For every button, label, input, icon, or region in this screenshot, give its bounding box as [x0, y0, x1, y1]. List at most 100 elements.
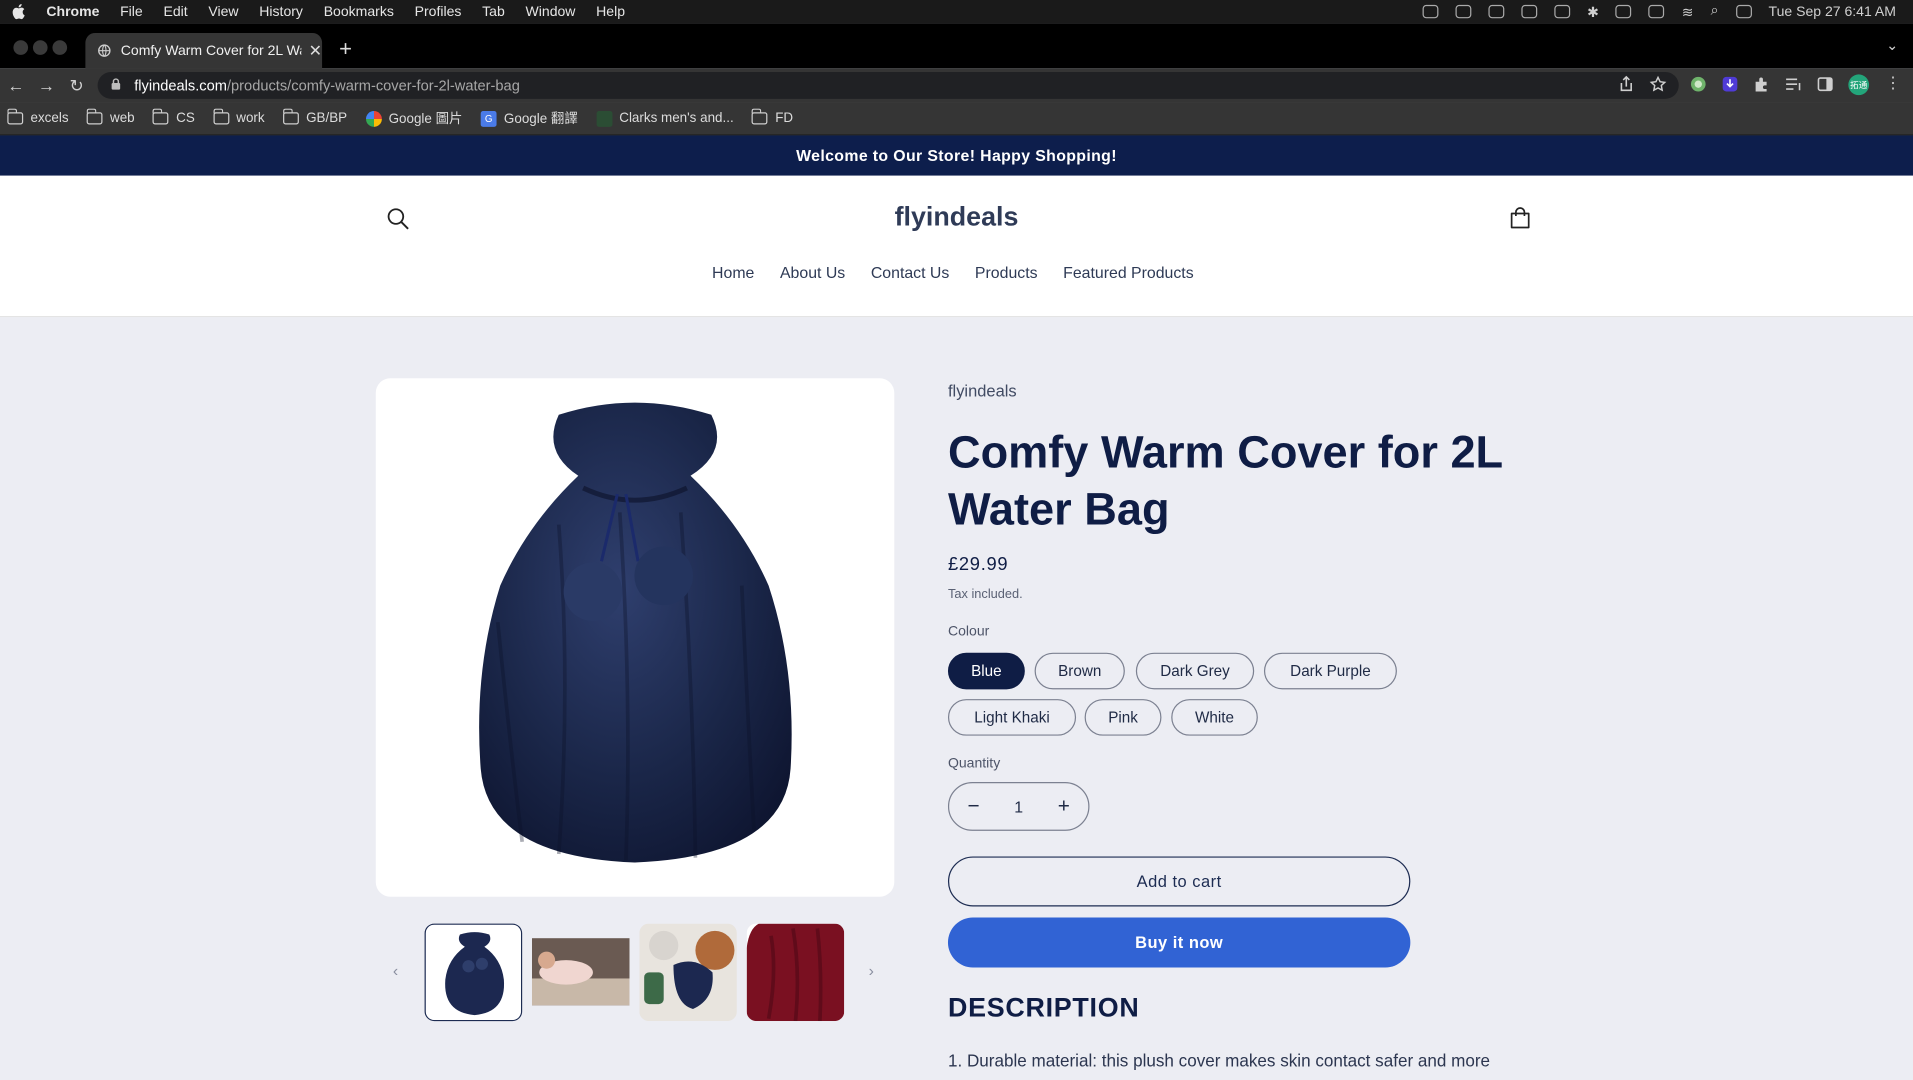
extension-green-icon[interactable]	[1690, 76, 1707, 93]
url-path: /products/comfy-warm-cover-for-2l-water-…	[226, 76, 520, 94]
nav-featured-products[interactable]: Featured Products	[1063, 264, 1193, 282]
apple-icon[interactable]	[12, 4, 29, 20]
colour-option-dark-purple[interactable]: Dark Purple	[1263, 652, 1397, 690]
window-close-light[interactable]	[13, 40, 29, 55]
menu-view[interactable]: View	[208, 4, 238, 19]
new-tab-icon[interactable]: +	[339, 37, 352, 63]
bookmark-fd[interactable]: FD	[752, 108, 793, 126]
cart-icon[interactable]	[1508, 206, 1532, 230]
tab-search-chevron-icon[interactable]: ⌄	[1886, 37, 1898, 54]
colour-option-light-khaki[interactable]: Light Khaki	[947, 699, 1077, 736]
chrome-menu-kebab-icon[interactable]: ⋮	[1885, 73, 1902, 91]
menu-bookmarks[interactable]: Bookmarks	[324, 4, 394, 19]
product-price: £29.99	[947, 553, 1009, 575]
window-zoom-light[interactable]	[52, 40, 68, 55]
extensions-puzzle-icon[interactable]	[1753, 76, 1770, 93]
bookmark-gb-bp[interactable]: GB/BP	[282, 108, 348, 126]
forward-icon[interactable]: →	[38, 76, 55, 96]
folder-icon	[752, 108, 768, 125]
bookmark-label: CS	[176, 111, 195, 126]
browser-tab[interactable]: Comfy Warm Cover for 2L Wate ✕	[85, 32, 323, 69]
reading-list-icon[interactable]	[1785, 76, 1802, 93]
colour-option-dark-grey[interactable]: Dark Grey	[1135, 652, 1255, 690]
line-icon[interactable]	[1455, 4, 1472, 19]
reload-icon[interactable]: ↻	[70, 76, 84, 97]
nav-home[interactable]: Home	[712, 264, 754, 282]
product-thumbnail-1[interactable]	[424, 923, 523, 1022]
store-logo[interactable]: flyindeals	[0, 201, 1913, 233]
quantity-increase-button[interactable]: +	[1054, 794, 1074, 818]
colour-option-blue[interactable]: Blue	[947, 652, 1025, 690]
menu-tab[interactable]: Tab	[482, 4, 505, 19]
download-extension-icon[interactable]	[1721, 76, 1738, 93]
bookmark-excels[interactable]: excels	[7, 108, 69, 126]
record-icon[interactable]	[1554, 4, 1570, 19]
share-icon[interactable]	[1618, 75, 1635, 93]
cloud-icon[interactable]	[1488, 4, 1505, 19]
wechat-icon[interactable]	[1422, 4, 1439, 19]
bookmark-work[interactable]: work	[213, 108, 265, 126]
os-menu-bar: Chrome File Edit View History Bookmarks …	[0, 0, 1913, 24]
menu-profiles[interactable]: Profiles	[415, 4, 462, 19]
colour-label: Colour	[947, 624, 990, 640]
nav-products[interactable]: Products	[975, 264, 1038, 282]
nav-contact-us[interactable]: Contact Us	[871, 264, 949, 282]
back-icon[interactable]: ←	[7, 76, 24, 96]
spotlight-icon[interactable]: ⌕	[1711, 4, 1719, 20]
tax-note: Tax included.	[947, 586, 1023, 602]
google-icon	[365, 110, 382, 127]
bookmark-label: Clarks men's and...	[619, 111, 734, 126]
control-center-icon[interactable]	[1735, 4, 1752, 19]
folder-icon	[213, 108, 229, 125]
colour-option-pink[interactable]: Pink	[1084, 699, 1162, 736]
bookmark-label: GB/BP	[306, 111, 348, 126]
menu-help[interactable]: Help	[596, 4, 625, 19]
input-method-icon[interactable]	[1615, 4, 1632, 19]
nav-about-us[interactable]: About Us	[780, 264, 845, 282]
menu-app-name[interactable]: Chrome	[46, 4, 99, 19]
bookmark-google-images[interactable]: Google 圖片	[365, 109, 462, 129]
menu-file[interactable]: File	[120, 4, 143, 19]
menu-window[interactable]: Window	[526, 4, 576, 19]
url-host: flyindeals.com	[134, 76, 227, 94]
buy-it-now-button[interactable]: Buy it now	[947, 917, 1411, 968]
status-area: ✱ ≋ ⌕ Tue Sep 27 6:41 AM	[1422, 0, 1896, 23]
quantity-decrease-button[interactable]: −	[964, 794, 984, 818]
bookmark-label: work	[236, 111, 265, 126]
quantity-input[interactable]: 1	[1014, 797, 1023, 815]
battery-icon[interactable]	[1648, 4, 1665, 19]
folder-icon	[152, 108, 169, 125]
product-thumbnail-4[interactable]	[746, 923, 845, 1022]
bookmark-web[interactable]: web	[86, 108, 135, 126]
side-panel-icon[interactable]	[1817, 76, 1834, 93]
google-translate-icon: G	[480, 110, 497, 127]
bluetooth-icon[interactable]: ✱	[1587, 3, 1599, 20]
bookmarks-bar: excels web CS work GB/BP Google 圖片 G Goog…	[0, 102, 1913, 136]
product-thumbnail-2[interactable]	[531, 923, 630, 1022]
bookmark-google-translate[interactable]: G Google 翻譯	[480, 109, 578, 129]
globe-icon	[98, 44, 111, 57]
product-thumbnail-3[interactable]	[639, 923, 737, 1022]
store-header	[0, 175, 1913, 318]
profile-avatar[interactable]: 拓通	[1848, 74, 1870, 96]
colour-option-white[interactable]: White	[1171, 699, 1258, 736]
bookmark-star-icon[interactable]	[1649, 75, 1667, 93]
thumbnail-prev-icon[interactable]: ‹	[393, 961, 398, 979]
bookmark-cs[interactable]: CS	[152, 108, 195, 126]
colour-option-brown[interactable]: Brown	[1034, 652, 1125, 690]
network-icon[interactable]	[1521, 4, 1538, 19]
bookmark-clarks[interactable]: Clarks men's and...	[596, 110, 734, 127]
menubar-clock[interactable]: Tue Sep 27 6:41 AM	[1769, 4, 1896, 19]
address-bar[interactable]: flyindeals.com/products/comfy-warm-cover…	[97, 71, 1679, 99]
window-minimize-light[interactable]	[32, 40, 48, 55]
product-main-image[interactable]	[375, 378, 895, 897]
tab-close-icon[interactable]: ✕	[309, 41, 322, 61]
menu-edit[interactable]: Edit	[163, 4, 187, 19]
product-title: Comfy Warm Cover for 2L Water Bag	[947, 427, 1503, 535]
wifi-icon[interactable]: ≋	[1682, 3, 1694, 20]
add-to-cart-button[interactable]: Add to cart	[947, 856, 1411, 907]
menu-history[interactable]: History	[259, 4, 303, 19]
thumbnail-next-icon[interactable]: ›	[869, 961, 874, 979]
lock-icon[interactable]	[111, 78, 121, 90]
quantity-label: Quantity	[947, 756, 1001, 772]
